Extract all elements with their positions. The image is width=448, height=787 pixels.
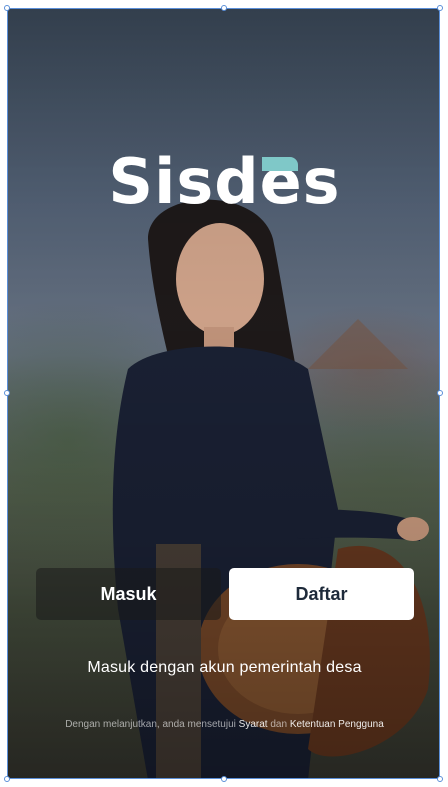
resize-handle-top-left[interactable] — [4, 5, 10, 11]
resize-handle-bottom[interactable] — [221, 776, 227, 782]
resize-handle-right[interactable] — [437, 390, 443, 396]
login-hint-text: Masuk dengan akun pemerintah desa — [87, 659, 362, 676]
terms-link[interactable]: Syarat — [239, 719, 268, 730]
terms-notice: Dengan melanjutkan, anda mensetujui Syar… — [8, 719, 439, 730]
resize-handle-bottom-right[interactable] — [437, 776, 443, 782]
logo-wordmark: Sisdes — [108, 145, 341, 218]
terms-prefix: Dengan melanjutkan, anda mensetujui — [65, 719, 239, 730]
register-button[interactable]: Daftar — [229, 568, 414, 620]
resize-handle-top[interactable] — [221, 5, 227, 11]
artboard-frame: Sisdes Masuk Daftar Masuk dengan akun pe… — [7, 8, 440, 779]
resize-handle-top-right[interactable] — [437, 5, 443, 11]
login-button[interactable]: Masuk — [36, 568, 221, 620]
resize-handle-bottom-left[interactable] — [4, 776, 10, 782]
user-policy-link[interactable]: Ketentuan Pengguna — [290, 719, 384, 730]
logo-accent-mark — [262, 157, 298, 171]
app-logo: Sisdes — [8, 145, 439, 218]
terms-conjunction: dan — [267, 719, 290, 730]
resize-handle-left[interactable] — [4, 390, 10, 396]
